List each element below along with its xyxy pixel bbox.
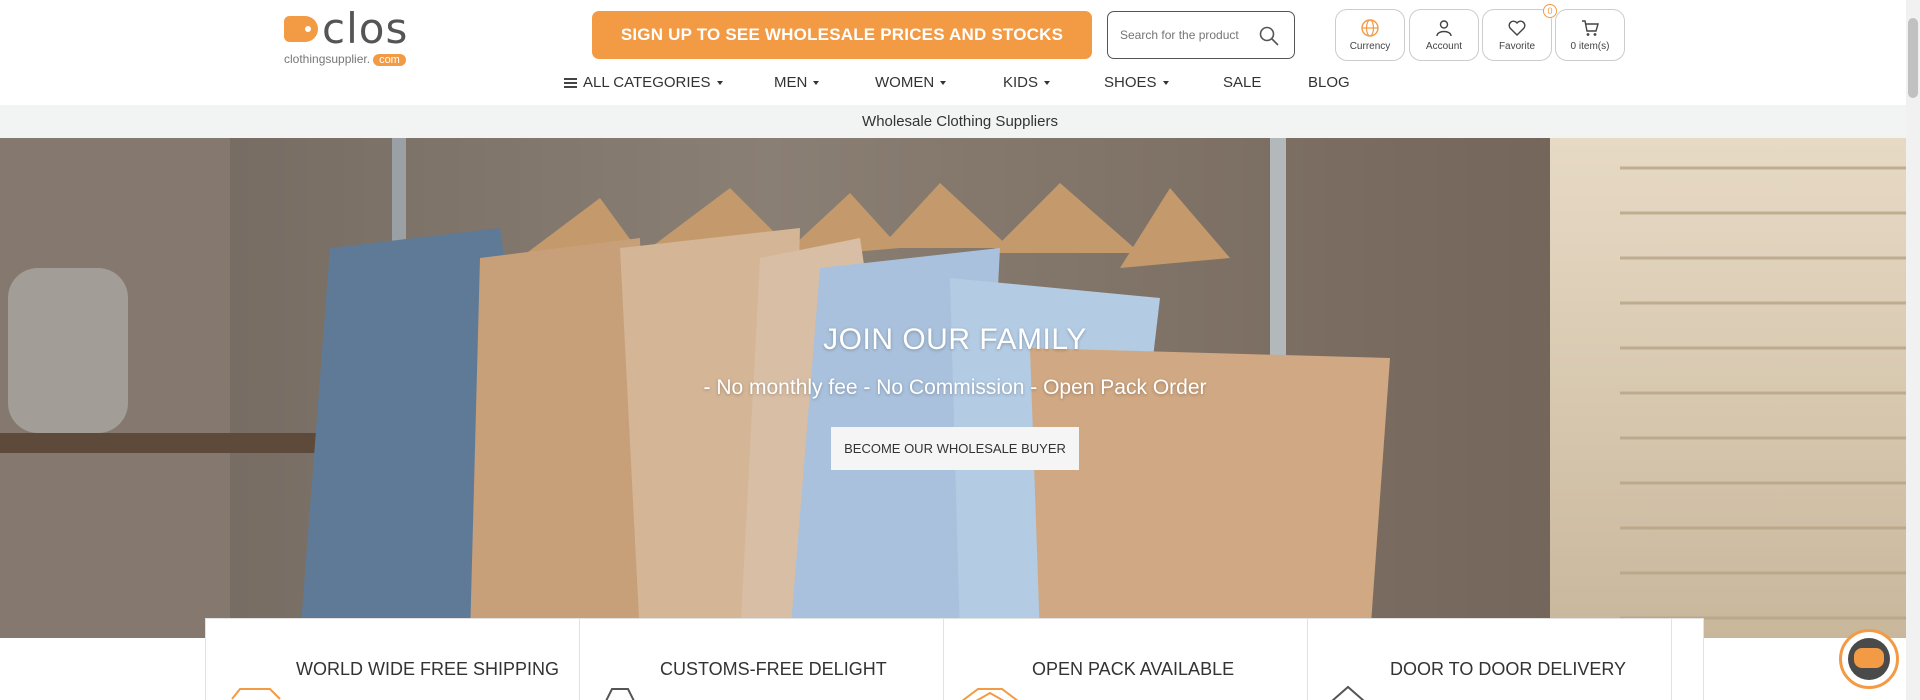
- nav-label: BLOG: [1308, 74, 1350, 91]
- caret-down-icon: [1044, 80, 1051, 85]
- nav-label: MEN: [774, 74, 808, 91]
- house-icon: [1331, 685, 1365, 700]
- menu-icon: [564, 77, 577, 88]
- logo-wordmark: clos: [322, 4, 409, 53]
- scrollbar-thumb[interactable]: [1908, 18, 1918, 98]
- user-icon: [1436, 20, 1452, 37]
- nav-men[interactable]: MEN: [774, 74, 820, 91]
- account-label: Account: [1425, 41, 1463, 52]
- hero-banner: JOIN OUR FAMILY - No monthly fee - No Co…: [0, 138, 1920, 638]
- logo-domain: clothingsupplier. com: [284, 52, 406, 66]
- feature-shipping: WORLD WIDE FREE SHIPPING: [206, 619, 580, 700]
- hero-title: JOIN OUR FAMILY: [823, 323, 1087, 356]
- favorite-label: Favorite: [1498, 41, 1536, 52]
- nav-all-categories[interactable]: ALL CATEGORIES: [564, 74, 723, 91]
- feature-open-pack: OPEN PACK AVAILABLE: [944, 619, 1308, 700]
- badge-icon: [605, 688, 635, 700]
- main-nav: ALL CATEGORIES MEN WOMEN KIDS SHOES SALE…: [0, 74, 1920, 100]
- truck-icon: [231, 688, 281, 700]
- nav-label: KIDS: [1003, 74, 1039, 91]
- nav-label: WOMEN: [875, 74, 935, 91]
- currency-button[interactable]: Currency: [1335, 9, 1405, 61]
- currency-label: Currency: [1349, 41, 1391, 52]
- signup-banner-button[interactable]: SIGN UP TO SEE WHOLESALE PRICES AND STOC…: [592, 11, 1092, 59]
- site-logo[interactable]: clos clothingsupplier. com: [284, 4, 414, 68]
- feature-title: DOOR TO DOOR DELIVERY: [1390, 659, 1627, 679]
- page-scrollbar[interactable]: [1906, 0, 1920, 700]
- box-icon: [961, 688, 1019, 700]
- caret-down-icon: [940, 80, 947, 85]
- nav-label: SALE: [1223, 74, 1262, 91]
- nav-sale[interactable]: SALE: [1223, 74, 1261, 91]
- logo-domain-pill: com: [373, 54, 406, 66]
- subheader-text: Wholesale Clothing Suppliers: [862, 113, 1058, 130]
- feature-title: WORLD WIDE FREE SHIPPING: [296, 659, 560, 679]
- hero-subtitle: - No monthly fee - No Commission - Open …: [703, 376, 1207, 399]
- search-input[interactable]: [1120, 28, 1248, 42]
- feature-title: CUSTOMS-FREE DELIGHT: [660, 659, 887, 679]
- feature-customs: CUSTOMS-FREE DELIGHT: [580, 619, 944, 700]
- nav-women[interactable]: WOMEN: [875, 74, 947, 91]
- search-box: [1107, 11, 1295, 59]
- feature-title: OPEN PACK AVAILABLE: [1032, 659, 1235, 679]
- chat-widget-button[interactable]: [1839, 629, 1899, 689]
- logo-tag-icon: [284, 16, 318, 42]
- page: clos clothingsupplier. com SIGN UP TO SEE…: [0, 0, 1920, 700]
- globe-icon: [1361, 19, 1379, 37]
- nav-label: ALL CATEGORIES: [583, 74, 711, 91]
- logo-domain-text: clothingsupplier.: [284, 52, 371, 66]
- chat-icon: [1848, 638, 1890, 680]
- nav-label: SHOES: [1104, 74, 1157, 91]
- feature-door-delivery: DOOR TO DOOR DELIVERY: [1308, 619, 1672, 700]
- heart-icon: [1508, 20, 1526, 36]
- favorite-button[interactable]: Favorite 0: [1482, 4, 1557, 61]
- become-buyer-button[interactable]: BECOME OUR WHOLESALE BUYER: [831, 427, 1079, 470]
- search-icon[interactable]: [1258, 25, 1280, 47]
- nav-shoes[interactable]: SHOES: [1104, 74, 1169, 91]
- cart-button[interactable]: 0 item(s): [1555, 9, 1625, 61]
- nav-blog[interactable]: BLOG: [1308, 74, 1350, 91]
- caret-down-icon: [716, 80, 723, 85]
- caret-down-icon: [813, 80, 820, 85]
- subheader-bar: Wholesale Clothing Suppliers: [0, 105, 1920, 138]
- caret-down-icon: [1162, 80, 1169, 85]
- cart-icon: [1582, 20, 1599, 36]
- cart-label: 0 item(s): [1570, 41, 1610, 52]
- account-button[interactable]: Account: [1409, 9, 1479, 61]
- nav-kids[interactable]: KIDS: [1003, 74, 1051, 91]
- features-bar: WORLD WIDE FREE SHIPPING CUSTOMS-FREE DE…: [205, 618, 1704, 700]
- site-header: clos clothingsupplier. com SIGN UP TO SEE…: [0, 0, 1920, 105]
